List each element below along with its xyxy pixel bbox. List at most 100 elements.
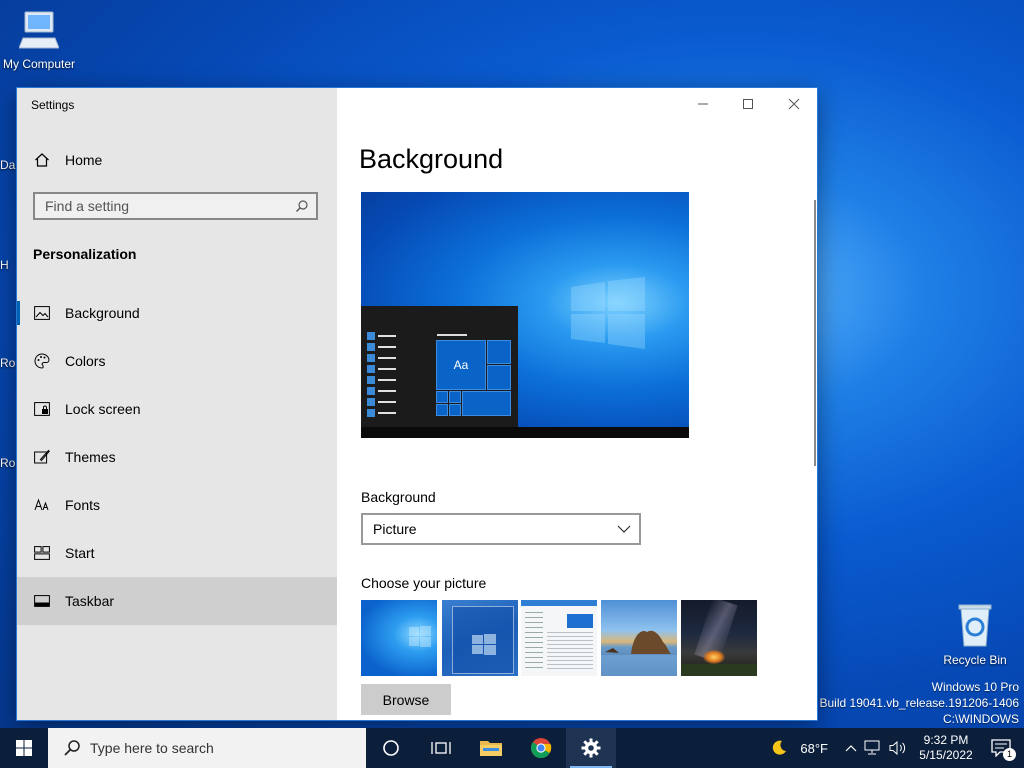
windows-start-icon [16,740,32,756]
partial-desktop-label: Ro [0,456,16,470]
find-setting-search[interactable] [33,192,318,220]
maximize-button[interactable] [736,96,760,112]
partial-desktop-label: Ro [0,356,16,370]
desktop-icon-label: Recycle Bin [943,653,1007,667]
fonts-icon [33,496,51,514]
minimize-icon [698,103,708,105]
folder-icon [480,741,502,756]
preview-tile-large: Aa [436,340,486,390]
close-icon [788,98,800,110]
home-icon [33,151,51,169]
picture-thumbnail[interactable] [681,600,757,676]
taskbar-icon [33,592,51,610]
taskbar-search-box[interactable]: Type here to search [48,728,366,768]
preview-tile-text: Aa [453,358,469,372]
section-title: Personalization [33,246,137,262]
moon-icon [773,740,787,755]
picture-thumbnail[interactable] [361,600,437,676]
action-center-button[interactable]: 1 [978,739,1024,761]
thumb-lines [547,632,593,670]
network-icon [864,740,880,755]
nav-item-start[interactable]: Start [17,529,337,577]
nav-item-taskbar[interactable]: Taskbar [17,577,337,625]
preview-tiles-header [437,334,467,336]
task-view-button[interactable] [416,728,466,768]
windows-watermark: Windows 10 Pro Build 19041.vb_release.19… [820,679,1020,727]
start-icon [33,544,51,562]
nav-home[interactable]: Home [17,140,337,180]
preview-tile [436,404,448,416]
network-button[interactable] [860,740,886,756]
task-view-icon [431,742,451,754]
recycle-bin-desktop-icon[interactable]: Recycle Bin [930,602,1020,667]
cortana-button[interactable] [366,728,416,768]
partial-desktop-label: H [0,258,9,272]
chrome-button[interactable] [516,728,566,768]
thumb-panel [567,614,593,628]
nav-item-label: Taskbar [65,593,115,609]
clock[interactable]: 9:32 PM 5/15/2022 [914,733,978,763]
nav-item-label: Lock screen [65,401,141,417]
clock-date: 5/15/2022 [919,748,973,762]
picture-thumbnail[interactable] [601,600,677,676]
background-preview: Aa [361,192,689,438]
nav-item-background[interactable]: Background [17,289,337,337]
find-setting-input[interactable] [35,197,288,215]
nav-item-label: Start [65,545,95,561]
lock-screen-icon [33,400,51,418]
content-scrollbar[interactable] [814,200,816,466]
recycle-bin-icon [958,604,992,647]
browse-button[interactable]: Browse [361,684,451,715]
preview-tile [462,391,511,416]
cortana-circle-icon [383,740,399,756]
desktop-icon-label: My Computer [2,57,76,71]
background-type-dropdown[interactable]: Picture [361,513,641,545]
picture-thumbnail[interactable] [442,600,518,676]
partial-desktop-label: Da [0,158,16,172]
clock-time: 9:32 PM [923,733,969,747]
start-button[interactable] [0,728,48,768]
close-button[interactable] [782,96,806,112]
watermark-path: C:\WINDOWS [943,712,1019,726]
nav-item-label: Themes [65,449,116,465]
maximize-icon [743,99,753,109]
minimize-button[interactable] [691,96,715,112]
settings-window: Settings Home Personalization Background [17,88,817,720]
search-icon [54,739,90,757]
notification-count-badge: 1 [1003,748,1016,761]
chevron-down-icon [609,525,639,533]
nav-item-label: Fonts [65,497,101,513]
choose-picture-label: Choose your picture [361,575,487,591]
nav-item-colors[interactable]: Colors [17,337,337,385]
my-computer-desktop-icon[interactable]: My Computer [0,8,84,71]
volume-button[interactable] [886,740,910,756]
settings-taskbar-button[interactable] [566,728,616,768]
show-hidden-icons-button[interactable] [842,744,860,752]
watermark-build: Build 19041.vb_release.191206-1406 [819,696,1020,710]
nav-item-fonts[interactable]: Fonts [17,481,337,529]
preview-tile [487,340,511,364]
file-explorer-button[interactable] [466,728,516,768]
windows-logo-glow [571,277,645,349]
watermark-edition: Windows 10 Pro [931,680,1019,694]
weather-widget[interactable]: 68°F [770,739,828,757]
nav-item-label: Background [65,305,140,321]
nav-item-lock-screen[interactable]: Lock screen [17,385,337,433]
windows-logo-icon [409,626,431,647]
nav-item-label: Colors [65,353,106,369]
search-icon[interactable] [288,199,316,213]
dropdown-value: Picture [373,521,417,537]
thumb-header [521,600,597,606]
picture-thumbnail[interactable] [521,600,597,676]
nav-item-themes[interactable]: Themes [17,433,337,481]
palette-icon [33,352,51,370]
thumb-tent-glow [703,650,725,664]
preview-start-menu: Aa [361,306,518,427]
system-tray: 68°F 9:32 PM 5/15/2022 1 [770,728,1024,768]
preview-tile [449,391,461,403]
preview-tile [487,365,511,390]
page-title: Background [359,144,504,174]
weather-temp: 68°F [800,740,828,756]
preview-taskbar [361,427,689,438]
background-type-label: Background [361,489,436,505]
